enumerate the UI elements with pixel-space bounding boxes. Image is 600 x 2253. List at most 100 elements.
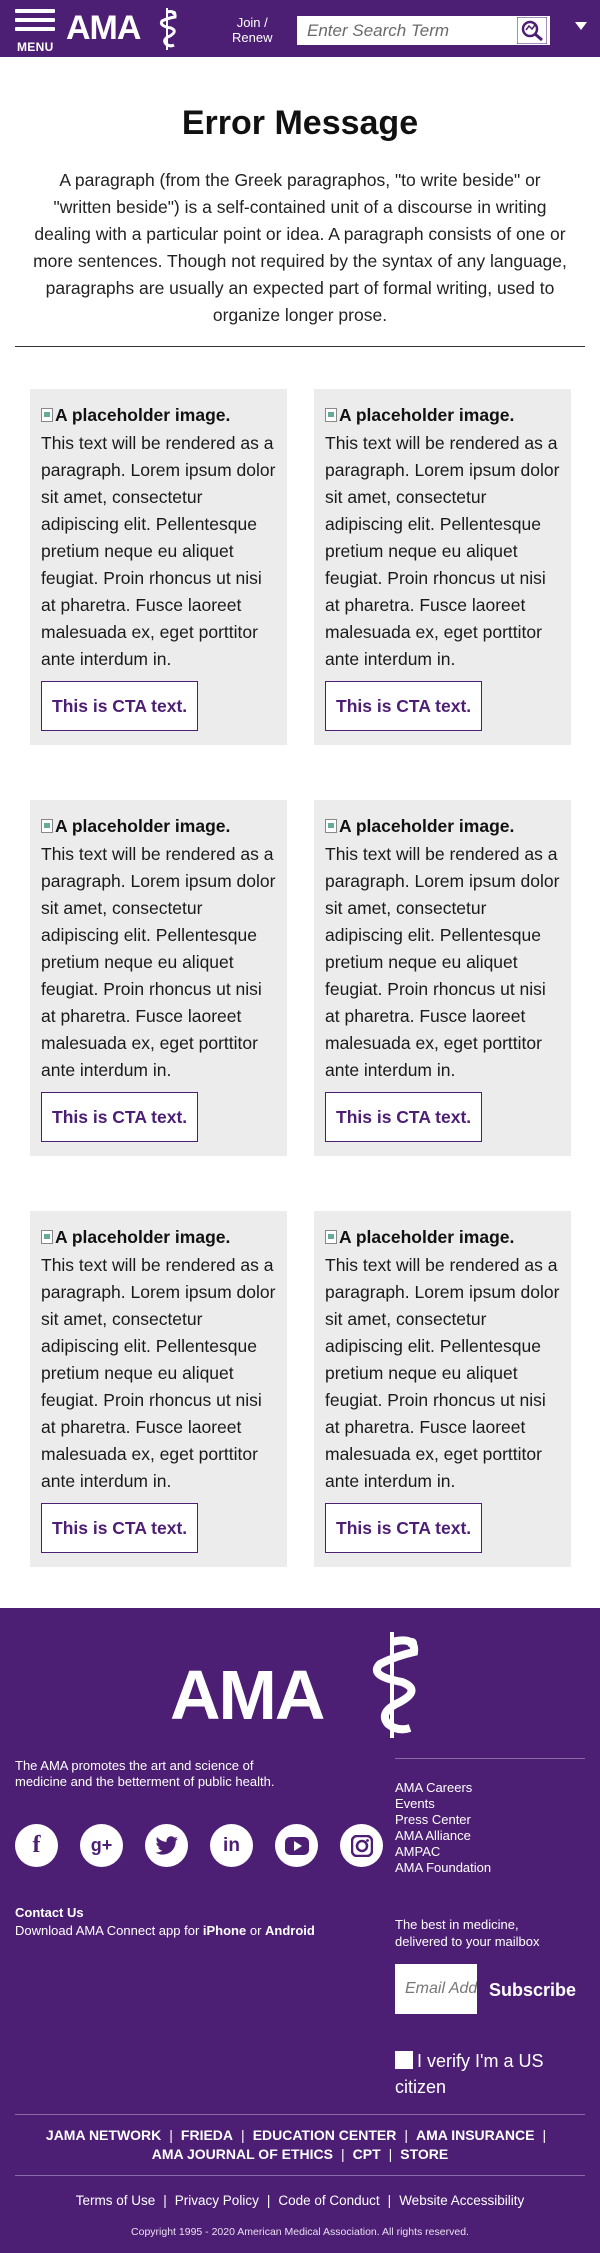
page-title: Error Message xyxy=(181,104,419,142)
divider xyxy=(15,346,585,347)
cta-button[interactable]: This is CTA text. xyxy=(325,1503,483,1553)
cta-button[interactable]: This is CTA text. xyxy=(41,1092,199,1142)
search-box xyxy=(297,16,550,45)
link-ampac[interactable]: AMPAC xyxy=(395,1844,440,1859)
android-label: Android xyxy=(265,1923,315,1938)
google-plus-icon[interactable]: g+ xyxy=(80,1824,123,1867)
card: A placeholder image. This text will be r… xyxy=(314,800,571,1156)
android-link[interactable]: Android xyxy=(265,1923,315,1938)
ama-logo[interactable]: AMA xyxy=(66,10,141,46)
placeholder-image: A placeholder image. xyxy=(325,1225,560,1249)
join-label: Join / xyxy=(236,15,268,30)
separator: | xyxy=(163,2193,167,2208)
us-citizen-checkbox[interactable]: I verify I'm a US citizen xyxy=(395,2048,585,2100)
iphone-label: iPhone xyxy=(202,1923,247,1938)
cta-button[interactable]: This is CTA text. xyxy=(41,681,199,731)
image-alt-text: A placeholder image. xyxy=(55,404,231,425)
caduceus-icon xyxy=(372,1632,419,1738)
broken-image-icon xyxy=(41,819,53,833)
card: A placeholder image. This text will be r… xyxy=(314,389,571,745)
menu-button[interactable]: MENU xyxy=(15,9,57,54)
link-ama-foundation[interactable]: AMA Foundation xyxy=(395,1860,491,1875)
link-ama-insurance[interactable]: AMA INSURANCE xyxy=(416,2127,534,2143)
separator: | xyxy=(169,2127,173,2143)
app-or: or xyxy=(246,1923,266,1938)
footer-ama-logo[interactable]: AMA xyxy=(170,1660,325,1730)
legal-links: Terms of Use | Privacy Policy | Code of Cond… xyxy=(0,2192,600,2210)
instagram-camera-shape xyxy=(350,1834,373,1857)
contact-block: Contact Us Download AMA Connect app for … xyxy=(15,1904,315,1940)
linkedin-icon[interactable]: in xyxy=(210,1824,253,1867)
card: A placeholder image. This text will be r… xyxy=(30,1211,287,1567)
join-renew-link[interactable]: Join / Renew xyxy=(232,15,272,45)
link-ama-careers[interactable]: AMA Careers xyxy=(395,1780,472,1795)
link-ama-alliance[interactable]: AMA Alliance xyxy=(395,1828,471,1843)
twitter-icon[interactable] xyxy=(145,1824,188,1867)
placeholder-image: A placeholder image. xyxy=(41,814,276,838)
caduceus-icon xyxy=(159,8,177,50)
link-press-center[interactable]: Press Center xyxy=(395,1812,471,1827)
separator: | xyxy=(387,2193,392,2208)
search-icon xyxy=(516,16,548,45)
search-button[interactable] xyxy=(516,16,548,45)
link-events[interactable]: Events xyxy=(395,1796,435,1811)
link-privacy-policy[interactable]: Privacy Policy xyxy=(175,2193,259,2208)
link-jama-network[interactable]: JAMA NETWORK xyxy=(46,2127,161,2143)
image-alt-text: A placeholder image. xyxy=(55,815,231,836)
facebook-icon[interactable]: f xyxy=(15,1824,58,1867)
link-store[interactable]: STORE xyxy=(400,2146,448,2162)
link-code-of-conduct[interactable]: Code of Conduct xyxy=(278,2193,379,2208)
card: A placeholder image. This text will be r… xyxy=(30,389,287,745)
link-terms-of-use[interactable]: Terms of Use xyxy=(76,2193,156,2208)
broken-image-icon xyxy=(325,819,337,833)
broken-image-icon xyxy=(325,1230,337,1244)
site-footer: AMA The AMA promotes the art and science… xyxy=(0,1608,600,2253)
card-text: This text will be rendered as a paragrap… xyxy=(325,844,560,1080)
divider xyxy=(15,2175,585,2176)
card-text: This text will be rendered as a paragrap… xyxy=(41,433,276,669)
separator: | xyxy=(266,2193,271,2208)
subscribe-button[interactable]: Subscribe xyxy=(489,1980,576,2001)
image-alt-text: A placeholder image. xyxy=(339,1226,515,1247)
email-field[interactable] xyxy=(395,1964,477,2014)
card-text: This text will be rendered as a paragrap… xyxy=(41,1255,276,1491)
menu-label: MENU xyxy=(17,40,54,54)
chevron-down-icon[interactable] xyxy=(575,22,587,30)
newsletter-text: The best in medicine, delivered to your … xyxy=(395,1916,540,1950)
broken-image-icon xyxy=(41,408,53,422)
divider xyxy=(395,1758,585,1759)
image-alt-text: A placeholder image. xyxy=(339,404,515,425)
checkbox-icon[interactable] xyxy=(395,2051,413,2069)
link-education-center[interactable]: EDUCATION CENTER xyxy=(253,2127,397,2143)
placeholder-image: A placeholder image. xyxy=(325,814,560,838)
placeholder-image: A placeholder image. xyxy=(325,403,560,427)
link-frieda[interactable]: FRIEDA xyxy=(181,2127,233,2143)
image-alt-text: A placeholder image. xyxy=(339,815,515,836)
search-input[interactable] xyxy=(297,16,512,45)
contact-us-link[interactable]: Contact Us xyxy=(15,1905,84,1920)
footer-links: AMA Careers Events Press Center AMA Alli… xyxy=(395,1780,491,1876)
cta-button[interactable]: This is CTA text. xyxy=(325,681,483,731)
cta-button[interactable]: This is CTA text. xyxy=(325,1092,483,1142)
card-text: This text will be rendered as a paragrap… xyxy=(325,1255,560,1491)
link-ama-journal-of-ethics[interactable]: AMA JOURNAL OF ETHICS xyxy=(152,2146,333,2162)
hamburger-icon-bar xyxy=(15,18,55,22)
link-website-accessibility[interactable]: Website Accessibility xyxy=(399,2193,524,2208)
card: A placeholder image. This text will be r… xyxy=(30,800,287,1156)
app-prefix: Download AMA Connect app for xyxy=(15,1923,203,1938)
separator: | xyxy=(241,2127,245,2143)
youtube-icon[interactable] xyxy=(275,1824,318,1867)
placeholder-image: A placeholder image. xyxy=(41,1225,276,1249)
image-alt-text: A placeholder image. xyxy=(55,1226,231,1247)
card-text: This text will be rendered as a paragrap… xyxy=(41,844,276,1080)
link-cpt[interactable]: CPT xyxy=(353,2146,381,2162)
verify-label: I verify I'm a US citizen xyxy=(395,2051,544,2097)
mission-statement: The AMA promotes the art and science of … xyxy=(15,1758,275,1789)
copyright: Copyright 1995 - 2020 American Medical A… xyxy=(131,2226,469,2238)
contact-us-label: Contact Us xyxy=(15,1905,84,1920)
broken-image-icon xyxy=(41,1230,53,1244)
iphone-link[interactable]: iPhone xyxy=(203,1923,246,1938)
instagram-icon[interactable] xyxy=(340,1824,383,1867)
broken-image-icon xyxy=(325,408,337,422)
cta-button[interactable]: This is CTA text. xyxy=(41,1503,199,1553)
